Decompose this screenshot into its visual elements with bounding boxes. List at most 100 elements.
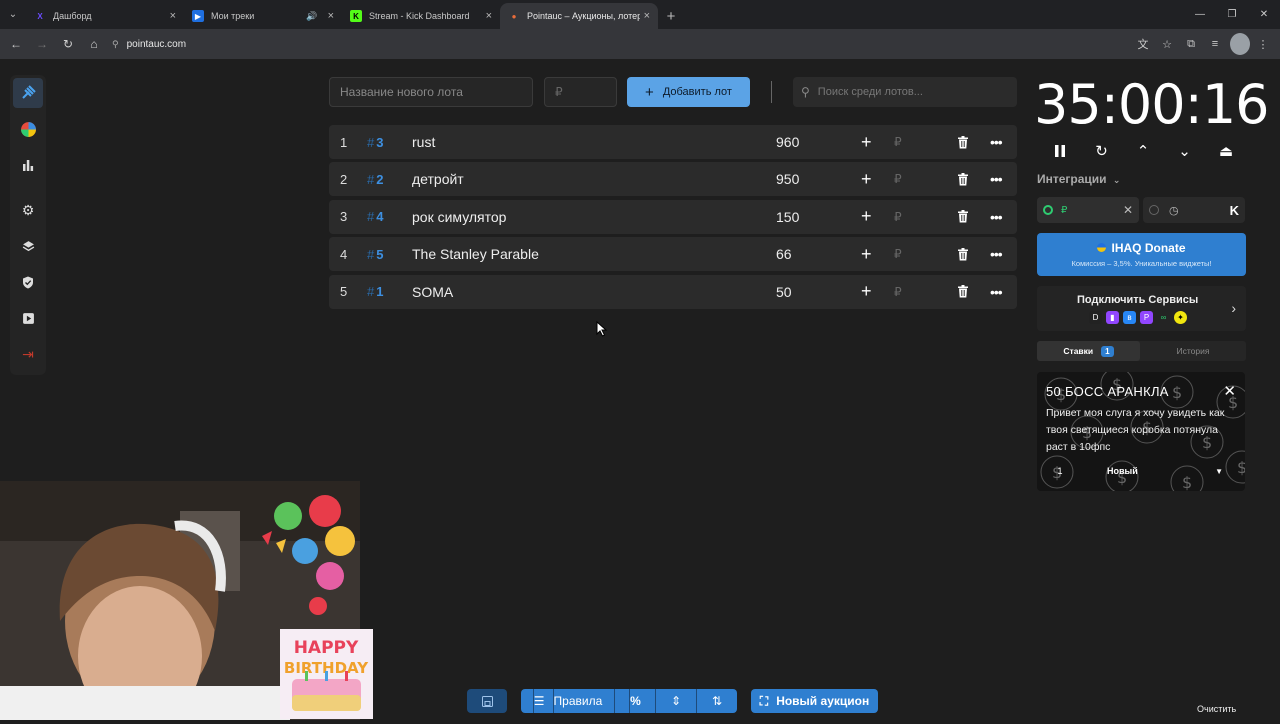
collapse-icon[interactable]: ⏏ xyxy=(1214,139,1238,163)
add-amount-icon[interactable]: + xyxy=(861,281,872,302)
add-amount-icon[interactable]: + xyxy=(861,132,872,153)
lot-name[interactable]: The Stanley Parable xyxy=(412,246,539,262)
reset-icon[interactable]: ↻ xyxy=(1090,139,1114,163)
add-lot-button[interactable]: + Добавить лот xyxy=(627,77,750,107)
hash-icon: # xyxy=(367,134,375,150)
video-icon[interactable] xyxy=(13,303,43,333)
close-tab-icon[interactable]: × xyxy=(328,10,334,22)
close-icon[interactable]: ✕ xyxy=(1123,203,1133,217)
lot-amount[interactable]: 960 xyxy=(776,134,799,150)
browser-tab-active[interactable]: ● Pointauc – Аукционы, лотереи × xyxy=(500,3,658,29)
add-amount-icon[interactable]: + xyxy=(861,244,872,265)
lot-currency[interactable]: ₽ xyxy=(894,285,902,299)
lot-amount[interactable]: 66 xyxy=(776,246,792,262)
bet-status[interactable]: Новый xyxy=(1107,466,1138,476)
lot-amount[interactable]: 50 xyxy=(776,284,792,300)
browser-tab[interactable]: X Дашборд × xyxy=(26,3,184,29)
hash-icon: # xyxy=(367,209,375,225)
extensions-icon[interactable]: ⧉ xyxy=(1180,33,1202,55)
tab-bets[interactable]: Ставки 1 xyxy=(1037,341,1140,361)
home-icon[interactable]: ⌂ xyxy=(82,32,106,56)
integration-toggle-inactive[interactable]: ◷ K xyxy=(1143,197,1245,223)
clear-button[interactable]: Очистить xyxy=(1197,704,1236,714)
chevron-up-icon[interactable]: ⌃ xyxy=(1131,139,1155,163)
tab-search-icon[interactable]: ⌄ xyxy=(0,0,26,29)
auction-hammer-icon[interactable] xyxy=(13,78,43,108)
close-tab-icon[interactable]: × xyxy=(170,10,176,22)
translate-icon[interactable]: 文 xyxy=(1132,33,1154,55)
lot-amount[interactable]: 950 xyxy=(776,171,799,187)
more-options-icon[interactable]: ••• xyxy=(990,209,1003,225)
more-options-icon[interactable]: ••• xyxy=(990,134,1003,150)
delete-icon[interactable] xyxy=(957,285,969,298)
lot-name[interactable]: детройт xyxy=(412,171,464,187)
delete-icon[interactable] xyxy=(957,247,969,261)
sort-icon[interactable]: ⇅ xyxy=(696,689,737,713)
close-icon[interactable]: ✕ xyxy=(1223,382,1236,400)
settings-gear-icon[interactable]: ⚙ xyxy=(13,195,43,225)
statistics-icon[interactable] xyxy=(13,150,43,180)
donate-banner[interactable]: IHAQ Donate Комиссия – 3,5%. Уникальные … xyxy=(1037,233,1246,276)
lot-name[interactable]: рок симулятор xyxy=(412,209,506,225)
add-amount-icon[interactable]: + xyxy=(861,206,872,227)
lots-list: 1 #3 rust 960 + ₽ ••• 2 #2 детройт 950 + ₽ ••• 3 #4 рок … xyxy=(329,125,1017,312)
profile-avatar[interactable] xyxy=(1228,33,1250,55)
sidebar: ⚙ ⇥ xyxy=(10,75,46,375)
lot-currency[interactable]: ₽ xyxy=(894,210,902,224)
shield-icon[interactable] xyxy=(13,267,43,297)
pause-icon[interactable] xyxy=(1048,139,1072,163)
logout-icon[interactable]: ⇥ xyxy=(13,339,43,369)
delete-icon[interactable] xyxy=(957,135,969,149)
lot-number-value: 2 xyxy=(376,171,384,187)
more-options-icon[interactable]: ••• xyxy=(990,246,1003,262)
search-icon: ⚲ xyxy=(801,85,810,99)
bookmark-star-icon[interactable]: ☆ xyxy=(1156,33,1178,55)
align-icon[interactable]: ⇕ xyxy=(655,689,696,713)
reload-icon[interactable]: ↻ xyxy=(56,32,80,56)
layers-icon[interactable] xyxy=(13,231,43,261)
tab-history[interactable]: История xyxy=(1140,341,1246,361)
more-options-icon[interactable]: ••• xyxy=(990,171,1003,187)
save-button[interactable] xyxy=(467,689,507,713)
lot-currency[interactable]: ₽ xyxy=(894,172,902,186)
url-field[interactable]: ⚲ pointauc.com xyxy=(112,32,1130,56)
add-amount-icon[interactable]: + xyxy=(861,169,872,190)
new-lot-name-input[interactable]: Название нового лота xyxy=(329,77,533,107)
integration-toggle-active[interactable]: ₽ ✕ xyxy=(1037,197,1139,223)
connect-services-button[interactable]: Подключить Сервисы D ▮ в P ∞ ✦ › xyxy=(1037,286,1246,331)
new-auction-button[interactable]: ⛶ Новый аукцион xyxy=(751,689,878,713)
more-options-icon[interactable]: ••• xyxy=(990,284,1003,300)
lot-name[interactable]: SOMA xyxy=(412,284,453,300)
lot-search-input[interactable]: ⚲ Поиск среди лотов... xyxy=(793,77,1017,107)
close-tab-icon[interactable]: × xyxy=(486,10,492,22)
speaker-icon[interactable]: 🔊 xyxy=(306,11,317,22)
percent-button[interactable]: % xyxy=(614,689,655,713)
rules-button[interactable]: ☰ Правила xyxy=(521,689,614,713)
lot-amount[interactable]: 150 xyxy=(776,209,799,225)
site-info-icon[interactable]: ⚲ xyxy=(112,39,119,50)
new-tab-icon[interactable]: + xyxy=(658,3,684,29)
browser-menu-icon[interactable]: ⋮ xyxy=(1252,33,1274,55)
media-icon[interactable]: ≡ xyxy=(1204,33,1226,55)
wheel-icon[interactable] xyxy=(13,114,43,144)
lot-currency[interactable]: ₽ xyxy=(894,247,902,261)
address-bar: ← → ↻ ⌂ ⚲ pointauc.com 文 ☆ ⧉ ≡ ⋮ xyxy=(0,29,1280,59)
browser-tab[interactable]: K Stream - Kick Dashboard × xyxy=(342,3,500,29)
bet-card[interactable]: $ $ $ $ $ $ $ $ $ $ $ 50 БОСС АРАНКЛА ✕ Привет м… xyxy=(1037,372,1245,491)
new-lot-price-input[interactable]: ₽ xyxy=(544,77,617,107)
close-window-icon[interactable]: ✕ xyxy=(1248,0,1280,29)
forward-icon[interactable]: → xyxy=(30,32,54,56)
browser-tab[interactable]: ▶ Мои треки 🔊 × xyxy=(184,3,342,29)
delete-icon[interactable] xyxy=(957,172,969,186)
restore-icon[interactable]: ❐ xyxy=(1216,0,1248,29)
close-tab-icon[interactable]: × xyxy=(644,10,650,22)
delete-icon[interactable] xyxy=(957,210,969,223)
back-icon[interactable]: ← xyxy=(4,32,28,56)
dropdown-arrow-icon[interactable]: ▼ xyxy=(1215,467,1223,476)
minimize-icon[interactable]: — xyxy=(1184,0,1216,29)
chevron-down-icon[interactable]: ⌄ xyxy=(1173,139,1197,163)
bet-quantity[interactable]: 1 xyxy=(1045,466,1075,476)
lot-name[interactable]: rust xyxy=(412,134,435,150)
integrations-dropdown[interactable]: Интеграции ⌄ xyxy=(1037,172,1120,186)
lot-currency[interactable]: ₽ xyxy=(894,135,902,149)
